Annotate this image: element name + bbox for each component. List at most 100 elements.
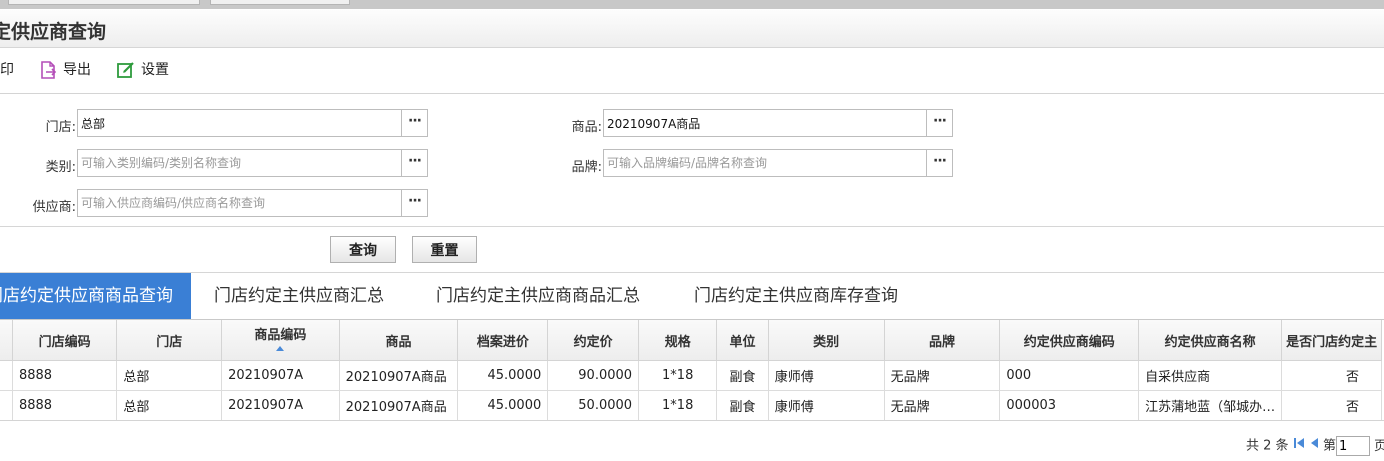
results-table: 门店编码 门店 商品编码 商品 档案进价 约定价 规格 单位 类别 品牌 约定供… [0,320,1382,420]
data-grid: 门店编码 门店 商品编码 商品 档案进价 约定价 规格 单位 类别 品牌 约定供… [0,320,1384,420]
form-divider [0,226,1384,227]
page-suffix: 页 [1373,438,1384,454]
tab-label: 门店约定主供应商库存查询 [694,286,898,306]
column-header[interactable]: 约定供应商编码 [999,320,1140,361]
sort-ascending-icon [276,346,285,351]
product-lookup-button[interactable]: ··· [926,110,952,136]
page-number-input[interactable] [1335,436,1370,456]
tab-main-supplier-stock-query[interactable]: 门店约定主供应商库存查询 [694,273,898,319]
reset-button[interactable]: 重置 [412,236,477,263]
brand-input[interactable] [604,150,952,176]
table-cell: 否 [1281,360,1382,391]
column-header[interactable]: 品牌 [883,320,1001,361]
window-tab[interactable] [210,0,350,5]
table-cell: 20210907A [221,360,340,391]
brand-label: 品牌: [571,160,602,175]
table-cell: 自采供应商 [1138,360,1283,391]
table-cell: 50.0000 [547,390,640,420]
supplier-lookup-button[interactable]: ··· [401,190,427,216]
table-cell: 90.0000 [547,360,640,391]
column-header[interactable]: 约定价 [547,320,640,361]
product-input[interactable] [604,110,952,136]
column-header[interactable]: 门店编码 [11,320,118,361]
toolbar: 打印 导出 设置 [0,48,1384,94]
column-header[interactable]: 规格 [638,320,718,361]
table-cell: 康师傅 [767,360,885,391]
row-number-header [0,320,13,361]
table-cell: 副食 [716,360,769,391]
table-cell: 20210907A [221,390,340,420]
tab-store-supplier-product-query[interactable]: 门店约定供应商商品查询 [0,273,191,319]
print-label: 打印 [0,62,14,78]
title-bar: 定供应商查询 [0,10,1384,48]
column-header[interactable]: 是否门店约定主 [1281,320,1382,361]
product-field: ··· [603,109,953,137]
first-page-button[interactable] [1293,434,1305,458]
row-number-cell [0,390,13,420]
table-cell: 江苏蒲地蓝（邹城办… [1138,390,1283,420]
column-header[interactable]: 约定供应商名称 [1138,320,1283,361]
edit-settings-icon [117,62,134,78]
supplier-field: ··· [77,189,428,217]
export-button[interactable]: 导出 [40,59,91,81]
table-cell: 20210907A商品 [338,360,459,391]
grid-bottom-border [0,420,1384,421]
prev-page-button[interactable] [1309,434,1319,458]
total-count: 共 2 条 [1246,438,1289,454]
tab-main-supplier-product-summary[interactable]: 门店约定主供应商商品汇总 [436,273,640,319]
table-cell: 副食 [716,390,769,420]
column-header[interactable]: 门店 [116,320,223,361]
export-label: 导出 [63,62,91,78]
category-input[interactable] [78,150,427,176]
column-header[interactable]: 单位 [716,320,769,361]
page-title: 定供应商查询 [0,21,107,43]
table-cell: 8888 [11,390,118,420]
supplier-input[interactable] [78,190,427,216]
table-cell: 1*18 [638,360,718,391]
store-lookup-button[interactable]: ··· [401,110,427,136]
table-cell: 45.0000 [457,360,549,391]
table-cell: 000003 [999,390,1140,420]
table-row[interactable]: 8888 总部 20210907A 20210907A商品 45.0000 90… [0,360,1382,391]
pager: 共 2 条 第 页 [1246,434,1384,458]
brand-lookup-button[interactable]: ··· [926,150,952,176]
column-header[interactable]: 商品 [338,320,459,361]
column-header[interactable]: 类别 [767,320,885,361]
export-icon [41,61,57,79]
tab-label: 门店约定主供应商汇总 [214,286,384,306]
brand-field: ··· [603,149,953,177]
tab-label: 门店约定主供应商商品汇总 [436,286,640,306]
window-tab[interactable] [8,0,200,5]
table-cell: 1*18 [638,390,718,420]
category-label: 类别: [45,160,76,175]
table-cell: 20210907A商品 [338,390,459,420]
table-cell: 000 [999,360,1140,391]
table-cell: 无品牌 [883,390,1001,420]
settings-label: 设置 [141,62,169,78]
window-tab-strip [0,0,1384,9]
first-page-icon [1293,438,1304,448]
tab-main-supplier-summary[interactable]: 门店约定主供应商汇总 [214,273,384,319]
column-header-label: 商品编码 [254,328,307,343]
table-cell: 8888 [11,360,118,391]
table-cell: 康师傅 [767,390,885,420]
print-button[interactable]: 打印 [0,59,14,81]
table-row[interactable]: 8888 总部 20210907A 20210907A商品 45.0000 50… [0,390,1382,420]
tab-label: 门店约定供应商商品查询 [0,286,173,306]
row-number-cell [0,360,13,391]
supplier-label: 供应商: [32,200,76,215]
table-header-row: 门店编码 门店 商品编码 商品 档案进价 约定价 规格 单位 类别 品牌 约定供… [0,320,1382,361]
table-cell: 总部 [116,390,223,420]
column-header[interactable]: 档案进价 [457,320,549,361]
page-prefix: 第 [1322,438,1336,454]
column-header-sorted[interactable]: 商品编码 [221,320,340,361]
store-label: 门店: [45,120,76,135]
category-field: ··· [77,149,428,177]
table-cell: 总部 [116,360,223,391]
query-button[interactable]: 查询 [330,236,396,263]
table-cell: 45.0000 [457,390,549,420]
store-input[interactable] [78,110,427,136]
settings-button[interactable]: 设置 [117,59,169,81]
category-lookup-button[interactable]: ··· [401,150,427,176]
prev-page-icon [1310,438,1318,448]
